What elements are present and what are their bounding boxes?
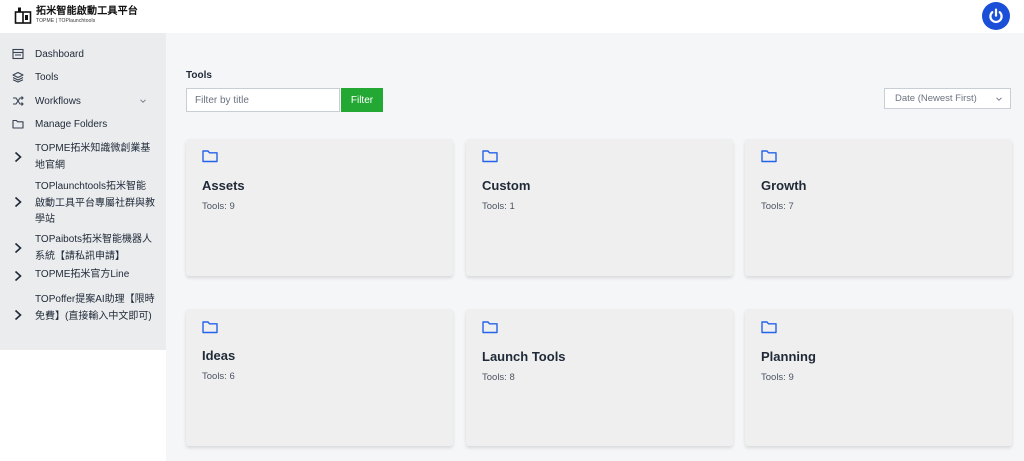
sidebar-item-label: Tools — [35, 71, 59, 83]
sidebar-link-label: TOPaibots拓米智能機器人系統【請私訊申請】 — [35, 234, 153, 262]
folder-card-title: Assets — [202, 178, 245, 193]
section-title: Tools — [186, 70, 212, 81]
folder-card-count: Tools: 9 — [761, 372, 794, 383]
top-bar: 拓米智能啟動工具平台 TOPME | TOPlaunchtools — [0, 0, 1024, 33]
sidebar-item-label: Dashboard — [35, 48, 84, 60]
filter-input[interactable] — [186, 88, 340, 112]
folder-card-planning[interactable]: Planning Tools: 9 — [745, 309, 1012, 446]
sidebar-link-official-line[interactable]: TOPME拓米官方Line — [0, 266, 166, 286]
power-button[interactable] — [982, 2, 1010, 30]
dashboard-icon — [12, 48, 24, 60]
sort-select[interactable]: Date (Newest First) — [884, 88, 1011, 109]
folder-icon — [202, 150, 218, 163]
sidebar-link-label: TOPoffer提案AI助理【限時免費】(直接輸入中文即可) — [35, 294, 155, 322]
folder-card-count: Tools: 9 — [202, 201, 235, 212]
folder-card-count: Tools: 1 — [482, 201, 515, 212]
chevron-down-icon — [996, 97, 1002, 101]
brand[interactable]: 拓米智能啟動工具平台 TOPME | TOPlaunchtools — [14, 6, 138, 24]
folder-card-title: Growth — [761, 178, 807, 193]
power-icon — [989, 8, 1003, 24]
sidebar-item-workflows[interactable]: Workflows — [0, 91, 166, 111]
sidebar-link-label: TOPlaunchtools拓米智能啟動工具平台專屬社群與教學站 — [35, 181, 155, 225]
brand-subtitle: TOPME | TOPlaunchtools — [36, 17, 96, 24]
sidebar-item-manage-folders[interactable]: Manage Folders — [0, 114, 166, 134]
folder-card-title: Launch Tools — [482, 349, 566, 364]
folder-icon — [202, 321, 218, 334]
folder-icon — [482, 150, 498, 163]
folder-card-title: Planning — [761, 349, 816, 364]
folder-card-ideas[interactable]: Ideas Tools: 6 — [186, 309, 453, 446]
folder-card-growth[interactable]: Growth Tools: 7 — [745, 139, 1012, 276]
sidebar-item-tools[interactable]: Tools — [0, 67, 166, 87]
folder-card-count: Tools: 7 — [761, 201, 794, 212]
sidebar-link-label: TOPME拓米知識微創業基地官網 — [35, 143, 151, 171]
folder-card-title: Ideas — [202, 348, 236, 363]
sidebar-link-topme-site[interactable]: TOPME拓米知識微創業基地官網 — [0, 140, 166, 175]
chevron-right-icon — [14, 151, 22, 163]
folder-icon — [482, 321, 498, 334]
folder-icon — [761, 150, 777, 163]
sidebar: Dashboard Tools Workflows Manage Folders — [0, 33, 166, 350]
chevron-right-icon — [14, 196, 22, 208]
filter-button[interactable]: Filter — [341, 88, 383, 112]
sidebar-link-topaibots[interactable]: TOPaibots拓米智能機器人系統【請私訊申請】 — [0, 231, 166, 266]
chevron-right-icon — [14, 309, 22, 321]
folder-card-count: Tools: 8 — [482, 372, 515, 383]
folder-card-title: Custom — [482, 178, 531, 193]
sidebar-item-label: Manage Folders — [35, 118, 108, 130]
folder-card-assets[interactable]: Assets Tools: 9 — [186, 139, 453, 276]
layers-icon — [12, 71, 24, 83]
brand-name: 拓米智能啟動工具平台 — [36, 5, 138, 17]
sidebar-link-toplaunchtools[interactable]: TOPlaunchtools拓米智能啟動工具平台專屬社群與教學站 — [0, 178, 166, 230]
sort-select-value: Date (Newest First) — [895, 93, 977, 104]
sidebar-link-label: TOPME拓米官方Line — [35, 269, 130, 280]
sidebar-footer — [0, 350, 166, 461]
chevron-down-icon[interactable] — [139, 97, 147, 105]
folder-card-launch-tools[interactable]: Launch Tools Tools: 8 — [466, 309, 733, 446]
folder-card-custom[interactable]: Custom Tools: 1 — [466, 139, 733, 276]
chevron-right-icon — [14, 270, 22, 282]
folder-icon — [12, 119, 24, 129]
folder-card-count: Tools: 6 — [202, 371, 235, 382]
gift-box-icon — [14, 7, 32, 24]
chevron-right-icon — [14, 242, 22, 254]
shuffle-icon — [13, 96, 24, 106]
sidebar-link-topoffer[interactable]: TOPoffer提案AI助理【限時免費】(直接輸入中文即可) — [0, 291, 166, 343]
sidebar-item-dashboard[interactable]: Dashboard — [0, 44, 166, 64]
sidebar-item-label: Workflows — [35, 95, 81, 107]
folder-icon — [761, 321, 777, 334]
